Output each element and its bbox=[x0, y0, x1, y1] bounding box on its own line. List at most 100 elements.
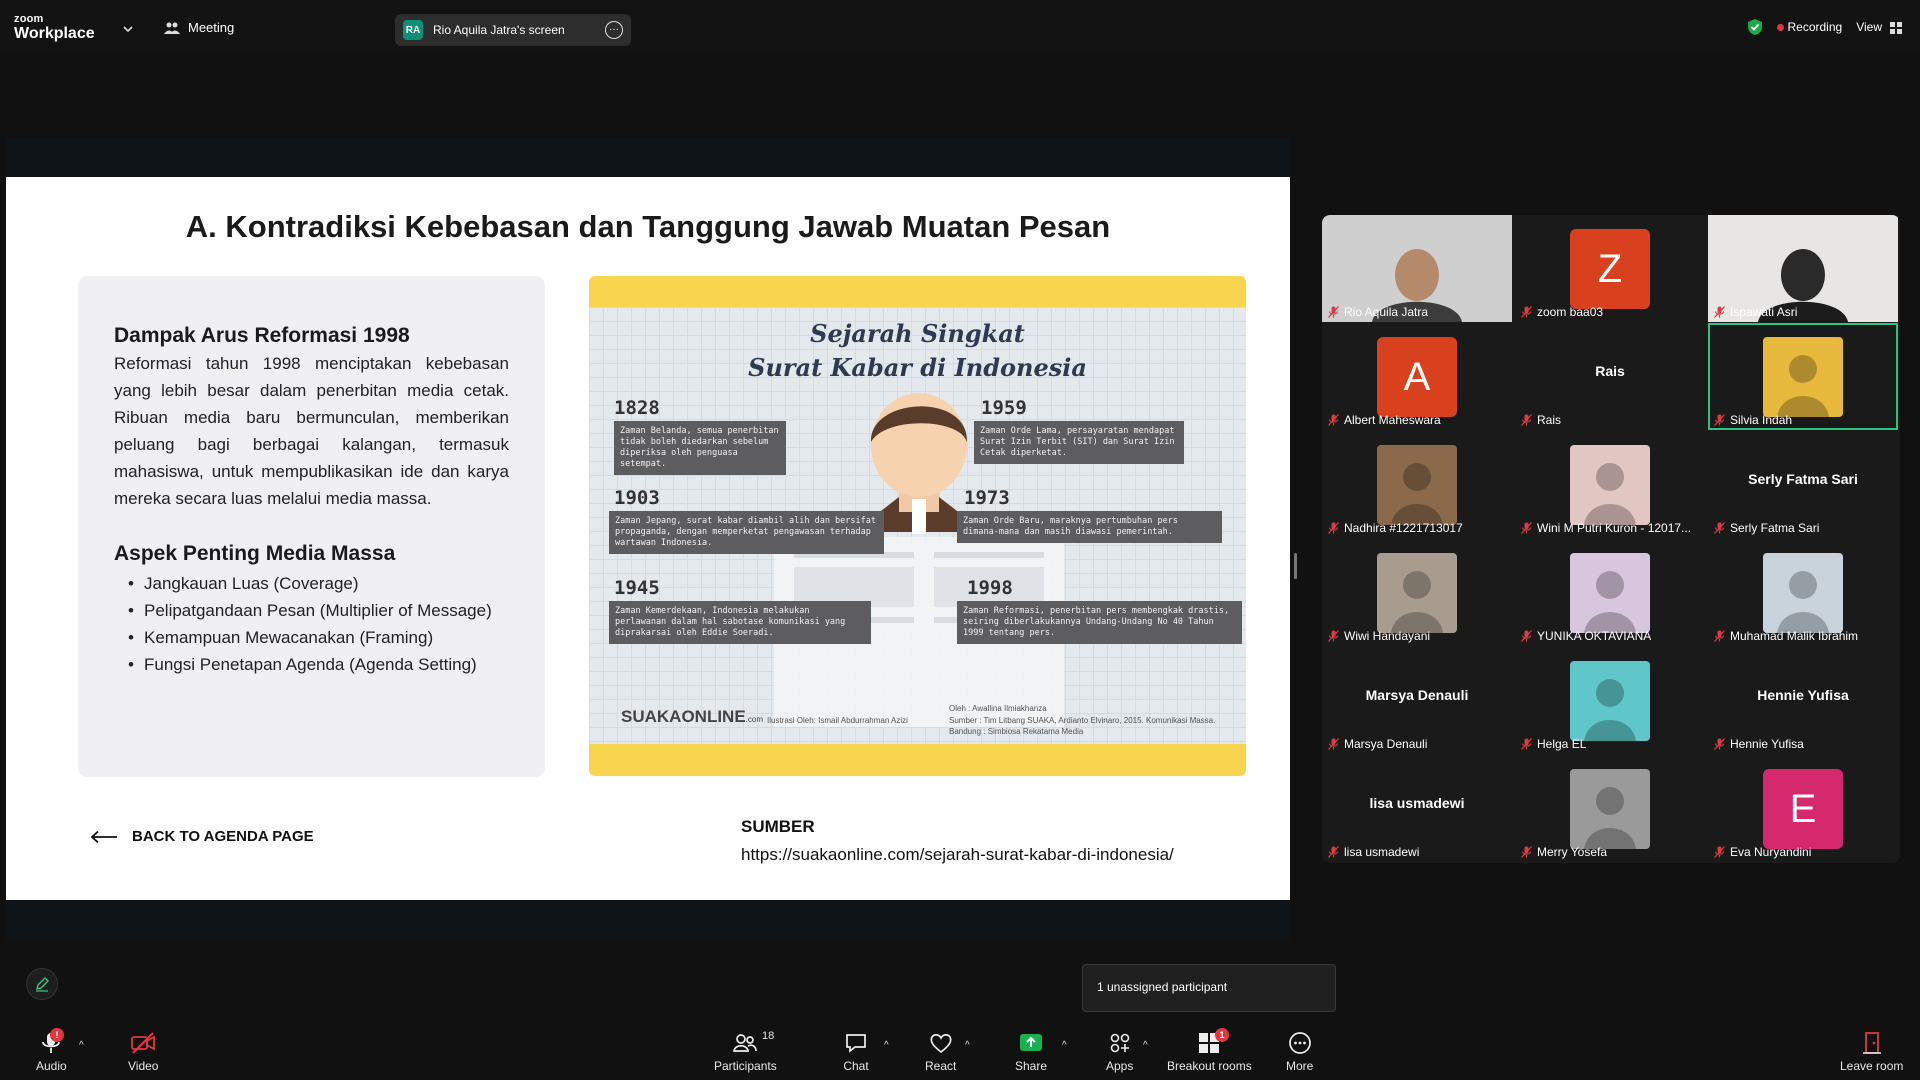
year-label: 1973 bbox=[964, 487, 1010, 509]
react-button[interactable]: React bbox=[925, 1030, 956, 1073]
annotate-button[interactable] bbox=[26, 968, 58, 1000]
participant-tile[interactable]: Ispawati Asri bbox=[1708, 215, 1898, 322]
video-button[interactable]: Video bbox=[128, 1030, 158, 1073]
apps-label: Apps bbox=[1106, 1059, 1134, 1073]
more-options-icon[interactable]: ··· bbox=[605, 21, 623, 39]
participant-tile[interactable]: Muhamad Malik Ibrahim bbox=[1708, 539, 1898, 646]
shield-icon[interactable] bbox=[1747, 18, 1763, 36]
list-item: Pelipatgandaan Pesan (Multiplier of Mess… bbox=[114, 597, 509, 624]
participant-name: Wiwi Handayani bbox=[1328, 629, 1430, 643]
unassigned-participant-notice[interactable]: 1 unassigned participant bbox=[1082, 964, 1336, 1012]
participant-name-text: Helga EL bbox=[1537, 737, 1587, 751]
view-button[interactable]: View bbox=[1856, 20, 1902, 34]
logo-big-text: Workplace bbox=[14, 25, 95, 42]
microphone-muted-icon bbox=[1521, 306, 1532, 318]
audio-options-caret-icon[interactable]: ^ bbox=[79, 1040, 84, 1051]
participant-name: Muhamad Malik Ibrahim bbox=[1714, 629, 1858, 643]
participant-tile[interactable]: Wini M Putri Kuron - 12017... bbox=[1515, 431, 1705, 538]
participant-name: Helga EL bbox=[1521, 737, 1586, 751]
chevron-down-icon[interactable] bbox=[122, 23, 134, 35]
participant-tile[interactable]: Zzoom baa03 bbox=[1515, 215, 1705, 322]
share-button[interactable]: Share bbox=[1015, 1030, 1047, 1073]
participant-name: Rais bbox=[1521, 413, 1561, 427]
participant-name: Rio Aquila Jatra bbox=[1328, 305, 1428, 319]
avatar bbox=[1763, 553, 1843, 633]
participant-tile[interactable]: Serly Fatma Sari Serly Fatma Sari bbox=[1708, 431, 1898, 538]
screen-share-pill[interactable]: RA Rio Aquila Jatra's screen ··· bbox=[395, 14, 631, 46]
audio-label: Audio bbox=[36, 1059, 67, 1073]
participant-tile[interactable]: YUNIKA OKTAVIANA bbox=[1515, 539, 1705, 646]
participant-display-name: lisa usmadewi bbox=[1369, 795, 1465, 811]
participant-tile[interactable]: E Eva Nuryandini bbox=[1708, 755, 1898, 862]
avatar: A bbox=[1377, 337, 1457, 417]
apps-icon bbox=[1110, 1033, 1129, 1053]
microphone-muted-icon bbox=[1328, 522, 1339, 534]
info-card: Dampak Arus Reformasi 1998 Reformasi tah… bbox=[78, 276, 545, 777]
chat-button[interactable]: Chat bbox=[843, 1030, 869, 1073]
timeline-box: Zaman Kemerdekaan, Indonesia melakukan p… bbox=[609, 601, 871, 644]
recording-indicator[interactable]: Recording bbox=[1776, 20, 1843, 34]
avatar: E bbox=[1763, 769, 1843, 849]
participant-display-name: Marsya Denauli bbox=[1365, 687, 1469, 703]
avatar bbox=[1570, 553, 1650, 633]
leave-room-button[interactable]: Leave room bbox=[1840, 1030, 1903, 1073]
chat-options-caret-icon[interactable]: ^ bbox=[884, 1040, 889, 1051]
suakaonline-logo: SUAKAONLINE.com bbox=[621, 707, 763, 727]
zoom-logo: zoom Workplace bbox=[14, 14, 95, 42]
video-off-icon bbox=[131, 1032, 156, 1054]
apps-options-caret-icon[interactable]: ^ bbox=[1143, 1040, 1148, 1051]
participant-name: Albert Maheswara bbox=[1328, 413, 1441, 427]
timeline-box: Zaman Reformasi, penerbitan pers membeng… bbox=[957, 601, 1242, 644]
logo-suffix: .com bbox=[745, 715, 764, 724]
avatar bbox=[1377, 445, 1457, 525]
microphone-muted-icon bbox=[1714, 846, 1725, 858]
participant-tile[interactable]: Merry Yosefa bbox=[1515, 755, 1705, 862]
microphone-muted-icon bbox=[1714, 630, 1725, 642]
card-heading-1: Dampak Arus Reformasi 1998 bbox=[114, 324, 410, 347]
participant-name-text: Muhamad Malik Ibrahim bbox=[1730, 629, 1859, 643]
meeting-menu[interactable]: Meeting bbox=[164, 20, 234, 35]
more-label: More bbox=[1286, 1059, 1314, 1073]
react-label: React bbox=[925, 1059, 957, 1073]
participant-tile[interactable]: Wiwi Handayani bbox=[1322, 539, 1512, 646]
share-label: Share bbox=[1015, 1059, 1048, 1073]
participant-tile[interactable]: Nadhira #1221713017 bbox=[1322, 431, 1512, 538]
list-item: Jangkauan Luas (Coverage) bbox=[114, 570, 509, 597]
participant-tile[interactable]: Helga EL bbox=[1515, 647, 1705, 754]
chat-icon bbox=[846, 1034, 866, 1053]
timeline-box: Zaman Orde Lama, persayaratan mendapat S… bbox=[974, 421, 1184, 464]
list-item: Kemampuan Mewacanakan (Framing) bbox=[114, 624, 509, 651]
panel-resize-handle[interactable] bbox=[1294, 553, 1297, 579]
more-button[interactable]: More bbox=[1286, 1030, 1313, 1073]
participant-tile[interactable]: A Albert Maheswara bbox=[1322, 323, 1512, 430]
source-url: https://suakaonline.com/sejarah-surat-ka… bbox=[741, 845, 1174, 864]
microphone-muted-icon bbox=[1328, 306, 1339, 318]
participant-name: Serly Fatma Sari bbox=[1714, 521, 1819, 535]
audio-button[interactable]: Audio ! bbox=[36, 1028, 67, 1073]
participant-tile[interactable]: Rais Rais bbox=[1515, 323, 1705, 430]
participant-tile[interactable]: Marsya Denauli Marsya Denauli bbox=[1322, 647, 1512, 754]
participant-name: Wini M Putri Kuron - 12017... bbox=[1521, 521, 1691, 535]
react-options-caret-icon[interactable]: ^ bbox=[965, 1040, 970, 1051]
recording-label: Recording bbox=[1787, 20, 1843, 34]
participant-name: Eva Nuryandini bbox=[1714, 845, 1811, 859]
breakout-rooms-button[interactable]: Breakout rooms 1 bbox=[1167, 1028, 1252, 1073]
meeting-toolbar: Audio ! ^ Video Participants 18 Chat ^ R… bbox=[0, 1022, 1920, 1080]
source-label: SUMBER bbox=[741, 817, 815, 836]
participant-tile[interactable]: Rio Aquila Jatra bbox=[1322, 215, 1512, 322]
newspaper-history-infographic: Sejarah Singkat Surat Kabar di Indonesia… bbox=[589, 276, 1246, 776]
back-to-agenda-link[interactable]: BACK TO AGENDA PAGE bbox=[90, 828, 314, 845]
microphone-muted-icon bbox=[1328, 414, 1339, 426]
timeline-box: Zaman Orde Baru, maraknya pertumbuhan pe… bbox=[957, 511, 1222, 543]
timeline-box: Zaman Jepang, surat kabar diambil alih d… bbox=[609, 511, 884, 554]
illustrator-credit: Ilustrasi Oleh: Ismail Abdurrahman Azizi bbox=[767, 716, 908, 725]
participant-tile[interactable]: lisa usmadewi lisa usmadewi bbox=[1322, 755, 1512, 862]
participants-button[interactable]: Participants 18 bbox=[714, 1030, 777, 1073]
apps-button[interactable]: Apps bbox=[1106, 1030, 1133, 1073]
participant-name-text: Wiwi Handayani bbox=[1344, 629, 1431, 643]
audio-warning-badge: ! bbox=[50, 1028, 64, 1042]
participant-tile[interactable]: Hennie Yufisa Hennie Yufisa bbox=[1708, 647, 1898, 754]
participant-name-text: Marsya Denauli bbox=[1344, 737, 1428, 751]
share-options-caret-icon[interactable]: ^ bbox=[1062, 1040, 1067, 1051]
participant-tile[interactable]: Silvia Indah bbox=[1708, 323, 1898, 430]
